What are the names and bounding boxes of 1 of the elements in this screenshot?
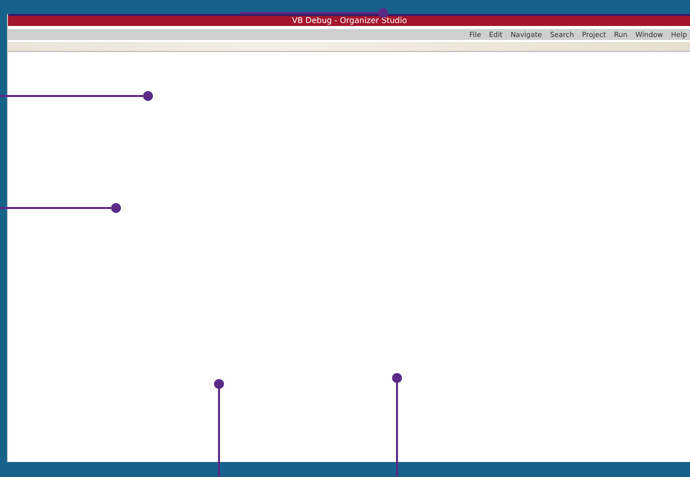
window-title: VB Debug - Organizer Studio	[292, 16, 407, 26]
